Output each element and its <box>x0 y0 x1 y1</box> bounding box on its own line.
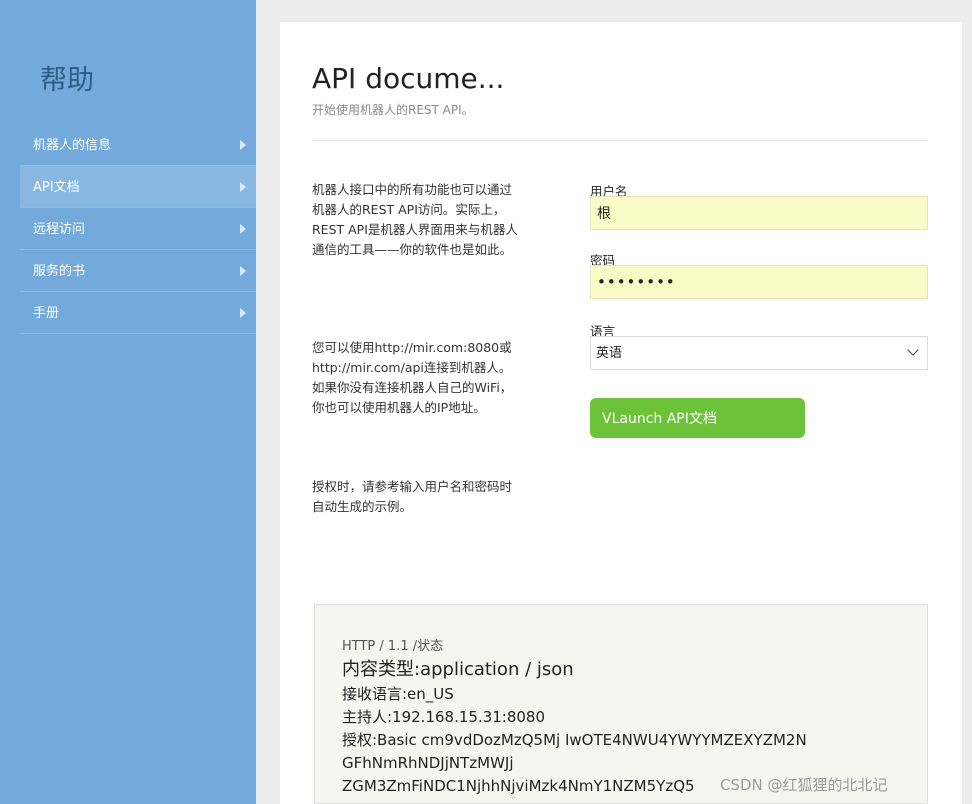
divider <box>312 140 927 141</box>
language-select[interactable]: 英语 <box>590 336 928 370</box>
watermark: CSDN @红狐狸的北北记 <box>720 776 888 794</box>
sidebar-item-service-book[interactable]: 服务的书 <box>20 250 256 292</box>
description-line: 你也可以使用机器人的IP地址。 <box>312 400 486 415</box>
username-input[interactable] <box>590 196 928 230</box>
code-line-authorization: 授权:Basic cm9vdDozMzQ5Mj IwOTE4NWU4YWYYMZ… <box>342 731 807 749</box>
launch-api-docs-button[interactable]: VLaunch API文档 <box>590 398 805 438</box>
chevron-right-icon <box>240 266 246 276</box>
main-panel: API docume... 开始使用机器人的REST API。 机器人接口中的所… <box>280 22 962 804</box>
description-line: 机器人接口中的所有功能也可以通过 <box>312 182 513 197</box>
chevron-right-icon <box>240 224 246 234</box>
sidebar-item-robot-info[interactable]: 机器人的信息 <box>20 124 256 166</box>
sidebar-item-label: API文档 <box>33 180 80 195</box>
description-connection: 您可以使用http://mir.com:8080或 http://mir.com… <box>312 338 552 418</box>
sidebar-item-label: 机器人的信息 <box>33 138 112 153</box>
description-line: REST API是机器人界面用来与机器人 <box>312 222 518 237</box>
chevron-right-icon <box>240 308 246 318</box>
description-line: http://mir.com/api连接到机器人。 <box>312 360 512 375</box>
chevron-down-icon <box>907 344 919 356</box>
sidebar-title: 帮助 <box>40 65 94 96</box>
code-line-authorization-cont: GFhNmRhNDJjNTzMWJj <box>342 754 514 772</box>
code-line-accept-language: 接收语言:en_US <box>342 685 454 703</box>
sidebar: 帮助 机器人的信息 API文档 远程访问 服务的书 手册 <box>0 0 256 804</box>
sidebar-item-api-docs[interactable]: API文档 <box>20 166 256 208</box>
language-selected-value: 英语 <box>596 346 623 361</box>
code-line-content-type: 内容类型:application / json <box>342 659 574 680</box>
description-line: 通信的工具——你的软件也是如此。 <box>312 242 513 257</box>
description-rest-api: 机器人接口中的所有功能也可以通过 机器人的REST API访问。实际上， RES… <box>312 180 552 260</box>
description-line: 您可以使用http://mir.com:8080或 <box>312 340 512 355</box>
chevron-right-icon <box>240 182 246 192</box>
sidebar-item-label: 服务的书 <box>33 264 86 279</box>
chevron-right-icon <box>240 140 246 150</box>
description-line: 自动生成的示例。 <box>312 499 413 514</box>
sidebar-item-remote-access[interactable]: 远程访问 <box>20 208 256 250</box>
sidebar-item-manual[interactable]: 手册 <box>20 292 256 334</box>
code-line-status: HTTP / 1.1 /状态 <box>342 639 444 654</box>
description-line: 机器人的REST API访问。实际上， <box>312 202 506 217</box>
page-title: API docume... <box>312 62 505 95</box>
sidebar-item-label: 远程访问 <box>33 222 86 237</box>
password-input[interactable]: •••••••• <box>590 265 928 299</box>
sidebar-item-label: 手册 <box>33 306 60 321</box>
sidebar-nav: 机器人的信息 API文档 远程访问 服务的书 手册 <box>20 124 256 334</box>
description-line: 如果你没有连接机器人自己的WiFi， <box>312 380 513 395</box>
description-line: 授权时，请参考输入用户名和密码时 <box>312 479 513 494</box>
code-line-host: 主持人:192.168.15.31:8080 <box>342 708 546 726</box>
page-subtitle: 开始使用机器人的REST API。 <box>312 103 474 117</box>
description-authorization: 授权时，请参考输入用户名和密码时 自动生成的示例。 <box>312 477 552 517</box>
